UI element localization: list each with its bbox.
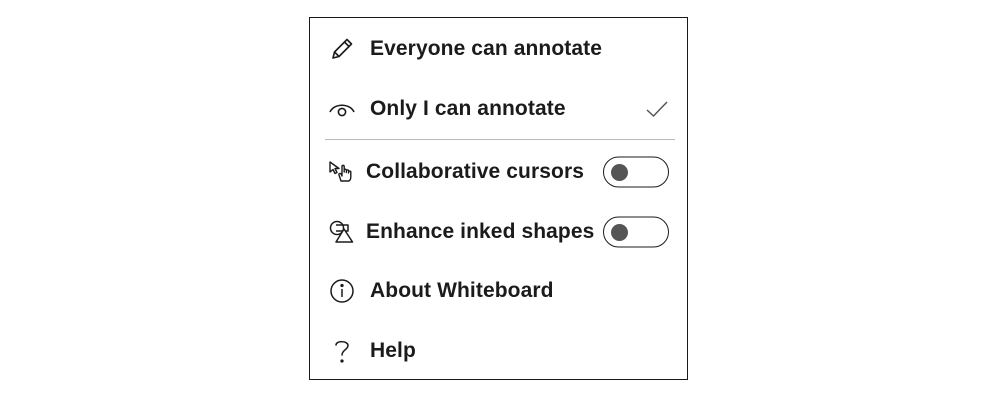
info-icon (328, 277, 356, 305)
menu-divider (325, 139, 675, 140)
menu-item-label: Everyone can annotate (370, 37, 603, 60)
checkmark-icon (645, 99, 669, 119)
menu-item-label: Only I can annotate (370, 97, 566, 120)
eye-icon (328, 95, 356, 123)
shapes-icon (328, 218, 356, 246)
menu-item-only-i-can-annotate[interactable]: Only I can annotate (310, 89, 687, 129)
toggle-knob (611, 163, 628, 181)
enhance-inked-shapes-toggle[interactable] (603, 216, 669, 248)
collaborative-cursors-toggle[interactable] (603, 156, 669, 188)
pencil-icon (328, 35, 356, 63)
menu-item-collaborative-cursors: Collaborative cursors (310, 152, 687, 192)
menu-item-label: About Whiteboard (370, 279, 554, 302)
toggle-knob (611, 223, 628, 241)
menu-item-about-whiteboard[interactable]: About Whiteboard (310, 271, 687, 311)
menu-item-label: Help (370, 339, 416, 362)
menu-item-everyone-can-annotate[interactable]: Everyone can annotate (310, 29, 687, 69)
menu-item-help[interactable]: Help (310, 331, 687, 371)
menu-item-label: Collaborative cursors (366, 160, 585, 183)
whiteboard-settings-menu: Everyone can annotate Only I can annotat… (309, 17, 688, 380)
menu-item-label: Enhance inked shapes (366, 220, 595, 243)
question-mark-icon (328, 337, 356, 365)
hand-cursor-icon (328, 158, 356, 186)
menu-item-enhance-inked-shapes: Enhance inked shapes (310, 212, 687, 252)
